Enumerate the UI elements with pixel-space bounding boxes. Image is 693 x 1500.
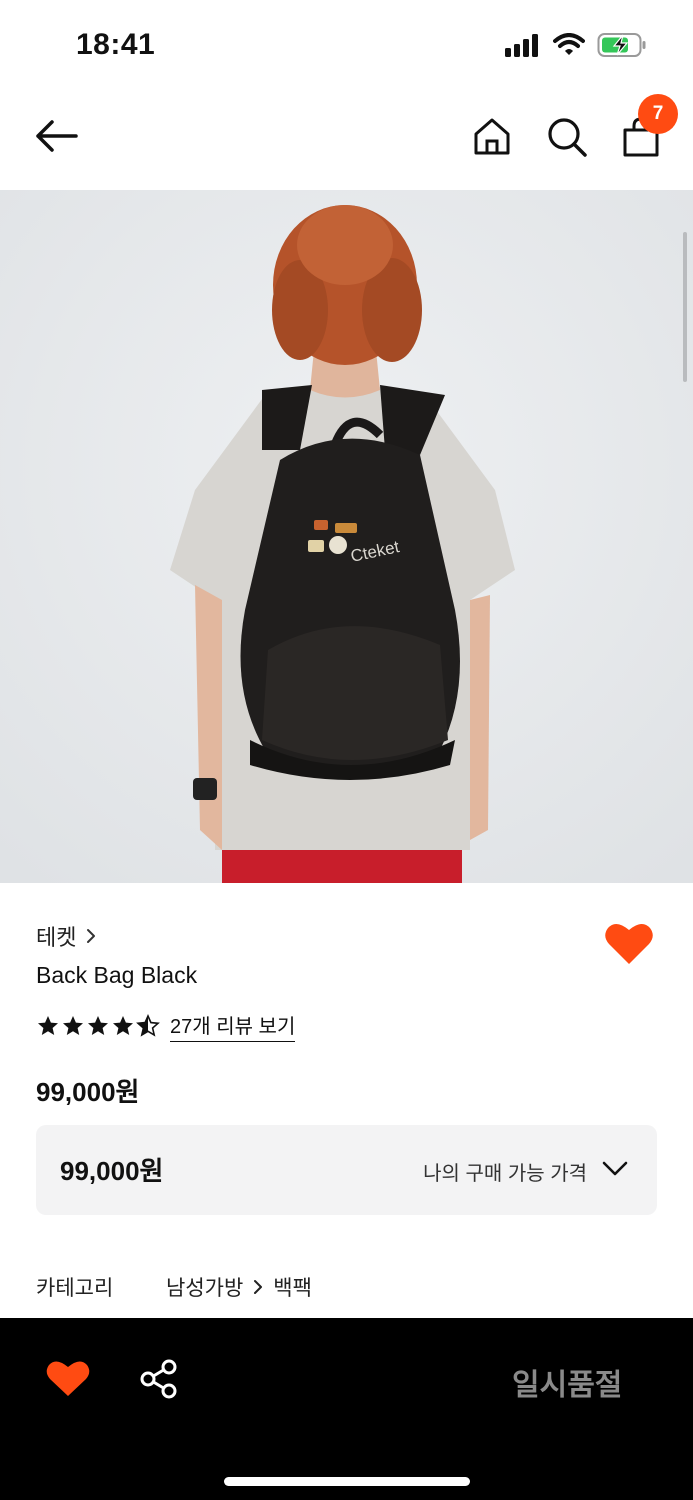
heart-icon[interactable] (46, 1358, 90, 1398)
search-icon[interactable] (546, 116, 588, 158)
status-icons (505, 32, 647, 58)
wifi-icon (553, 33, 585, 55)
backpack-photo: Cteket (0, 190, 693, 883)
star-full-icon (113, 1016, 133, 1035)
product-price: 99,000원 (36, 1077, 140, 1107)
image-scroll-indicator (683, 232, 687, 382)
category-row: 카테고리 남성가방 백팩 (36, 1272, 312, 1302)
star-full-icon (38, 1016, 58, 1035)
product-image[interactable]: Cteket (0, 190, 693, 883)
star-half-icon (136, 1014, 160, 1037)
my-price-value: 99,000원 (60, 1156, 164, 1186)
heart-icon[interactable] (604, 920, 654, 966)
share-icon[interactable] (138, 1358, 180, 1400)
back-arrow-icon[interactable] (34, 116, 80, 156)
top-nav (0, 92, 693, 190)
signal-icon (505, 34, 538, 57)
battery-charging-icon (597, 33, 646, 57)
rating-stars (36, 1014, 160, 1038)
status-bar: 18:41 (0, 0, 693, 92)
brand-link[interactable]: 테켓 (36, 920, 96, 952)
status-time: 18:41 (76, 28, 156, 61)
rating-row: 27개 리뷰 보기 (36, 1010, 296, 1042)
chevron-down-icon (602, 1161, 628, 1176)
star-full-icon (63, 1016, 83, 1035)
my-price-dropdown[interactable]: 99,000원 나의 구매 가능 가격 (36, 1125, 657, 1215)
category-link-parent[interactable]: 남성가방 (166, 1272, 243, 1302)
soldout-button[interactable]: 일시품절 (512, 1360, 622, 1404)
brand-name: 테켓 (36, 925, 77, 950)
bottom-action-bar: 일시품절 (0, 1318, 693, 1500)
home-icon[interactable] (472, 116, 512, 156)
my-price-label: 나의 구매 가능 가격 (423, 1163, 587, 1185)
chevron-right-icon (87, 929, 96, 943)
home-indicator (224, 1477, 470, 1486)
category-path: 남성가방 백팩 (166, 1272, 312, 1302)
chevron-right-icon (254, 1280, 263, 1294)
cart-count-badge: 7 (638, 94, 678, 134)
product-name: Back Bag Black (36, 962, 198, 988)
category-link-child[interactable]: 백팩 (273, 1272, 312, 1302)
star-full-icon (88, 1016, 108, 1035)
category-label: 카테고리 (36, 1277, 114, 1300)
review-link[interactable]: 27개 리뷰 보기 (170, 1010, 296, 1042)
